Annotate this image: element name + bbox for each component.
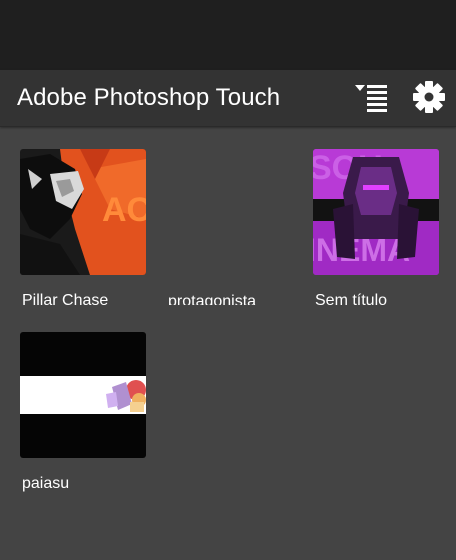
paiasu-thumbnail: [20, 332, 146, 458]
document-name: Pillar Chase: [22, 292, 109, 309]
document-item-sem-titulo[interactable]: SOU INEMA Sem título: [313, 149, 453, 317]
document-thumbnail: [166, 149, 292, 275]
sort-list-icon: [355, 85, 387, 112]
document-thumbnail: AC: [20, 149, 146, 275]
app-title: Adobe Photoshop Touch: [17, 84, 281, 111]
app-bar: Adobe Photoshop Touch: [0, 70, 456, 127]
sort-button[interactable]: [352, 81, 392, 113]
document-name: Sem título: [315, 292, 388, 309]
document-thumbnail: [20, 332, 146, 458]
settings-button[interactable]: [410, 78, 448, 116]
status-bar: [0, 0, 456, 70]
document-item-paiasu[interactable]: paiasu: [20, 332, 160, 500]
document-thumbnail: SOU INEMA: [313, 149, 439, 275]
svg-text:AC: AC: [102, 191, 146, 229]
document-item-protagonista[interactable]: protagonista: [166, 149, 306, 317]
document-item-pillar-chase[interactable]: AC Pillar Chase: [20, 149, 160, 317]
sem-titulo-thumbnail: SOU INEMA: [313, 149, 439, 275]
document-grid: AC Pillar Chase protagonista SOU INEMA S…: [0, 127, 456, 560]
document-name: paiasu: [22, 475, 70, 492]
document-name: protagonista: [168, 293, 257, 305]
gear-icon: [413, 81, 445, 113]
pillar-chase-thumbnail: AC: [20, 149, 146, 275]
